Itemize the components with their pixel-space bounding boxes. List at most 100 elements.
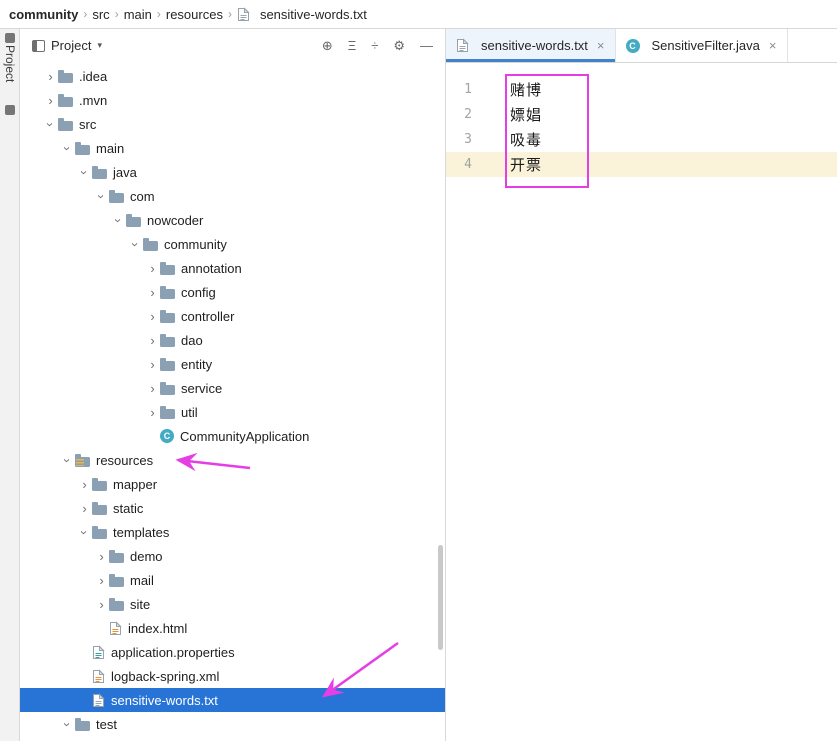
breadcrumb-item-src[interactable]: src bbox=[90, 7, 111, 22]
editor-line-3[interactable]: 3吸毒 bbox=[446, 127, 837, 152]
tree-expand-chevron-icon[interactable]: › bbox=[94, 574, 109, 587]
breadcrumb-label: sensitive-words.txt bbox=[260, 7, 367, 22]
breadcrumb-item-community[interactable]: community bbox=[7, 7, 80, 22]
text-file-icon bbox=[92, 693, 105, 708]
tree-expand-chevron-icon[interactable]: › bbox=[43, 70, 58, 83]
tree-item-label: main bbox=[96, 141, 130, 156]
tree-collapse-chevron-icon[interactable]: › bbox=[78, 525, 91, 540]
tree-item-util[interactable]: ›util bbox=[20, 400, 445, 424]
breadcrumb: community›src›main›resources›sensitive-w… bbox=[0, 0, 837, 29]
editor-tab-sensitive-words-txt[interactable]: sensitive-words.txt× bbox=[446, 29, 616, 62]
tab-close-icon[interactable]: × bbox=[597, 38, 605, 53]
tool-window-icon[interactable] bbox=[5, 33, 15, 43]
tree-item-communityapplication[interactable]: ›CCommunityApplication bbox=[20, 424, 445, 448]
tree-item-src[interactable]: ›src bbox=[20, 112, 445, 136]
tree-expand-chevron-icon[interactable]: › bbox=[145, 310, 160, 323]
project-panel-header: Project ▾ ⊕ Ξ ÷ ⚙ — bbox=[20, 29, 445, 62]
tree-collapse-chevron-icon[interactable]: › bbox=[95, 189, 108, 204]
tree-item-mail[interactable]: ›mail bbox=[20, 568, 445, 592]
tree-item-community[interactable]: ›community bbox=[20, 232, 445, 256]
tree-item-mapper[interactable]: › mapper bbox=[20, 472, 445, 496]
breadcrumb-item-sensitive-words-txt[interactable]: sensitive-words.txt bbox=[235, 7, 369, 22]
tree-expand-chevron-icon[interactable]: › bbox=[145, 334, 160, 347]
settings-gear-icon[interactable]: ⚙ bbox=[393, 39, 405, 52]
editor-line-2[interactable]: 2嫖娼 bbox=[446, 102, 837, 127]
editor-content[interactable]: 1赌博2嫖娼3吸毒4开票 bbox=[446, 63, 837, 741]
tree-collapse-chevron-icon[interactable]: › bbox=[78, 165, 91, 180]
tree-item-test[interactable]: ›test bbox=[20, 712, 445, 736]
tool-tab-project[interactable]: Project bbox=[3, 45, 17, 82]
ide-window: community›src›main›resources›sensitive-w… bbox=[0, 0, 837, 741]
tree-item-sensitive-words-txt[interactable]: ›sensitive-words.txt bbox=[20, 688, 445, 712]
tree-item-label: static bbox=[113, 501, 149, 516]
breadcrumb-label: resources bbox=[166, 7, 223, 22]
tree-item-dao[interactable]: ›dao bbox=[20, 328, 445, 352]
tree-expand-chevron-icon[interactable]: › bbox=[43, 94, 58, 107]
tree-item-application-properties[interactable]: ›application.properties bbox=[20, 640, 445, 664]
tree-expand-chevron-icon[interactable]: › bbox=[145, 406, 160, 419]
tree-item-label: com bbox=[130, 189, 161, 204]
tree-item-annotation[interactable]: ›annotation bbox=[20, 256, 445, 280]
tool-tab-structure[interactable]: Structure bbox=[3, 700, 17, 741]
folder-icon bbox=[109, 601, 124, 611]
tree-item-nowcoder[interactable]: ›nowcoder bbox=[20, 208, 445, 232]
tree-expand-chevron-icon[interactable]: › bbox=[94, 598, 109, 611]
tree-item-label: application.properties bbox=[111, 645, 241, 660]
folder-icon bbox=[75, 721, 90, 731]
tree-scrollbar[interactable] bbox=[438, 545, 443, 650]
tree-item-mvn[interactable]: ›.mvn bbox=[20, 88, 445, 112]
tree-item-idea[interactable]: ›.idea bbox=[20, 64, 445, 88]
tree-collapse-chevron-icon[interactable]: › bbox=[61, 717, 74, 732]
project-panel: Project ▾ ⊕Ξ÷⚙— ›.idea›.mvn›src›main›jav… bbox=[20, 29, 446, 741]
tree-item-controller[interactable]: ›controller bbox=[20, 304, 445, 328]
chevron-down-icon: ▾ bbox=[97, 40, 102, 51]
tree-expand-chevron-icon[interactable]: › bbox=[145, 358, 160, 371]
tree-item-label: index.html bbox=[128, 621, 193, 636]
tree-item-templates[interactable]: ›templates bbox=[20, 520, 445, 544]
package-folder-icon bbox=[160, 313, 175, 323]
breadcrumb-item-main[interactable]: main bbox=[122, 7, 154, 22]
tab-close-icon[interactable]: × bbox=[769, 38, 777, 53]
tree-item-label: demo bbox=[130, 549, 169, 564]
hide-panel-icon[interactable]: — bbox=[420, 39, 433, 52]
tree-collapse-chevron-icon[interactable]: › bbox=[44, 117, 57, 132]
tree-item-main[interactable]: › main bbox=[20, 136, 445, 160]
tree-collapse-chevron-icon[interactable]: › bbox=[112, 213, 125, 228]
breadcrumb-item-resources[interactable]: resources bbox=[164, 7, 225, 22]
tree-expand-chevron-icon[interactable]: › bbox=[77, 478, 92, 491]
folder-icon bbox=[58, 121, 73, 131]
tree-item-config[interactable]: ›config bbox=[20, 280, 445, 304]
tree-item-static[interactable]: › static bbox=[20, 496, 445, 520]
tree-expand-chevron-icon[interactable]: › bbox=[94, 550, 109, 563]
breadcrumb-label: community bbox=[9, 7, 78, 22]
tree-collapse-chevron-icon[interactable]: › bbox=[61, 453, 74, 468]
class-icon: C bbox=[626, 39, 640, 53]
editor-tab-bar: sensitive-words.txt×CSensitiveFilter.jav… bbox=[446, 29, 837, 63]
bookmark-icon[interactable] bbox=[5, 105, 15, 115]
line-number: 4 bbox=[446, 157, 472, 172]
tree-item-logback-spring-xml[interactable]: ›logback-spring.xml bbox=[20, 664, 445, 688]
locate-icon[interactable]: ⊕ bbox=[322, 39, 333, 52]
tree-collapse-chevron-icon[interactable]: › bbox=[61, 141, 74, 156]
editor-tab-sensitivefilter-java[interactable]: CSensitiveFilter.java× bbox=[616, 29, 788, 62]
tree-item-demo[interactable]: › demo bbox=[20, 544, 445, 568]
editor-line-4[interactable]: 4开票 bbox=[446, 152, 837, 177]
tree-collapse-chevron-icon[interactable]: › bbox=[129, 237, 142, 252]
collapse-all-icon[interactable]: ÷ bbox=[371, 39, 378, 52]
expand-all-icon[interactable]: Ξ bbox=[348, 39, 356, 52]
tree-item-index-html[interactable]: ›index.html bbox=[20, 616, 445, 640]
tree-item-resources[interactable]: ›resources bbox=[20, 448, 445, 472]
tree-item-label: mapper bbox=[113, 477, 163, 492]
tree-item-com[interactable]: › com bbox=[20, 184, 445, 208]
project-view-selector[interactable]: Project ▾ bbox=[32, 38, 102, 53]
tree-item-java[interactable]: ›java bbox=[20, 160, 445, 184]
editor-line-1[interactable]: 1赌博 bbox=[446, 77, 837, 102]
tree-expand-chevron-icon[interactable]: › bbox=[145, 262, 160, 275]
tree-expand-chevron-icon[interactable]: › bbox=[145, 382, 160, 395]
tree-expand-chevron-icon[interactable]: › bbox=[77, 502, 92, 515]
tree-item-service[interactable]: ›service bbox=[20, 376, 445, 400]
tree-expand-chevron-icon[interactable]: › bbox=[145, 286, 160, 299]
package-folder-icon bbox=[160, 289, 175, 299]
tree-item-entity[interactable]: ›entity bbox=[20, 352, 445, 376]
tree-item-site[interactable]: ›site bbox=[20, 592, 445, 616]
